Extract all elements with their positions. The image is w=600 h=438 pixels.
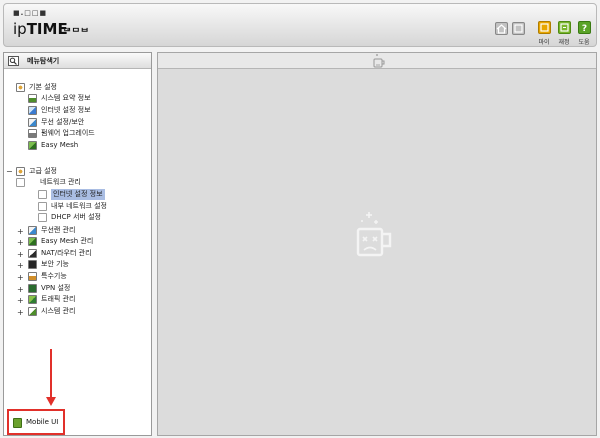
- tree-label: VPN 설정: [41, 284, 71, 292]
- feature-icon: [28, 272, 37, 281]
- svg-text:?: ?: [582, 24, 587, 33]
- sad-mug-icon: [373, 54, 385, 68]
- tree-label: 내부 네트워크 설정: [51, 202, 107, 210]
- search-icon: [8, 56, 19, 66]
- home-button[interactable]: [495, 22, 508, 35]
- tree-label: 인터넷 설정 정보: [41, 106, 91, 114]
- menu-explorer-sidebar: 메뉴탐색기 기본 설정 시스템 요약 정보 인터넷 설정 정보 무선 설정/보안…: [3, 52, 152, 436]
- menu-explorer-header: 메뉴탐색기: [4, 53, 151, 69]
- network-icon: [28, 106, 37, 115]
- expand-toggle[interactable]: +: [17, 228, 24, 236]
- content-panel: [157, 52, 597, 436]
- wireless-icon: [28, 226, 37, 235]
- tree-label: Easy Mesh 관리: [41, 237, 94, 245]
- iptime-logo: ipTIME: [13, 20, 68, 38]
- home-icon: [496, 24, 507, 34]
- back-button[interactable]: [512, 22, 525, 35]
- document-icon: [38, 190, 47, 199]
- tree-label: 기본 설정: [29, 83, 57, 91]
- mobile-ui-link[interactable]: Mobile UI: [7, 409, 65, 435]
- system-icon: [28, 307, 37, 316]
- expand-toggle[interactable]: +: [17, 309, 24, 317]
- expand-toggle[interactable]: +: [17, 251, 24, 259]
- document-icon: [38, 202, 47, 211]
- chart-icon: [28, 94, 37, 103]
- broken-image-icon: [16, 178, 25, 187]
- expand-toggle[interactable]: +: [17, 286, 24, 294]
- content-toolbar: [158, 53, 596, 69]
- tree-label: 특수기능: [41, 272, 67, 280]
- settings-folder-icon: [16, 167, 25, 176]
- settings-folder-icon: [16, 83, 25, 92]
- tree-label: 네트워크 관리: [40, 178, 81, 186]
- lock-icon: [28, 260, 37, 269]
- easy-mode-label: 마이: [538, 39, 550, 46]
- detail-mode-button[interactable]: [558, 21, 571, 34]
- expand-toggle[interactable]: +: [17, 262, 24, 270]
- tree-label: 보안 기능: [41, 260, 69, 268]
- tree-label: 시스템 관리: [41, 307, 76, 315]
- tree-label: 트래픽 관리: [41, 295, 76, 303]
- tree-label: 펌웨어 업그레이드: [41, 129, 95, 137]
- top-header: ■.□□■ ipTIME ᄃᄅᄆᄇ ? 마이 재정 도움: [3, 3, 597, 47]
- tree-label-selected: 인터넷 설정 정보: [51, 189, 105, 200]
- wireless-icon: [28, 118, 37, 127]
- logo-main: TIME: [26, 20, 68, 38]
- mesh-icon: [28, 141, 37, 150]
- tree-label: 고급 설정: [29, 167, 57, 175]
- tree-label: NAT/라우터 관리: [41, 249, 92, 257]
- easy-mode-icon: [540, 23, 549, 32]
- menu-explorer-title: 메뉴탐색기: [27, 57, 60, 65]
- help-button[interactable]: ?: [578, 21, 591, 34]
- mobile-ui-label: Mobile UI: [26, 418, 59, 426]
- easy-mode-button[interactable]: [538, 21, 551, 34]
- back-icon: [514, 24, 523, 33]
- help-label: 도움: [578, 39, 590, 46]
- tree-label: 무선 설정/보안: [41, 118, 85, 126]
- tree-label: 시스템 요약 정보: [41, 94, 91, 102]
- expand-toggle[interactable]: +: [17, 274, 24, 282]
- logo-subtitle: ᄃᄅᄆᄇ: [63, 28, 90, 38]
- router-icon: [28, 249, 37, 258]
- tree-label: DHCP 서버 설정: [51, 213, 101, 221]
- tree-label: 무선랜 관리: [41, 226, 76, 234]
- expand-toggle[interactable]: +: [17, 239, 24, 247]
- vpn-icon: [28, 284, 37, 293]
- traffic-icon: [28, 295, 37, 304]
- upgrade-icon: [28, 129, 37, 138]
- document-icon: [38, 213, 47, 222]
- mesh-icon: [28, 237, 37, 246]
- logo-dots: ■.□□■: [13, 9, 48, 17]
- detail-mode-label: 재정: [558, 39, 570, 46]
- collapse-toggle[interactable]: −: [6, 168, 13, 176]
- mobile-icon: [13, 418, 22, 428]
- logo-prefix: ip: [13, 20, 27, 38]
- red-arrow-annotation: [46, 349, 56, 406]
- expand-toggle[interactable]: +: [17, 297, 24, 305]
- detail-mode-icon: [560, 23, 569, 32]
- help-icon: ?: [582, 24, 587, 34]
- error-mug-icon: [356, 212, 392, 257]
- tree-label: Easy Mesh: [41, 141, 79, 149]
